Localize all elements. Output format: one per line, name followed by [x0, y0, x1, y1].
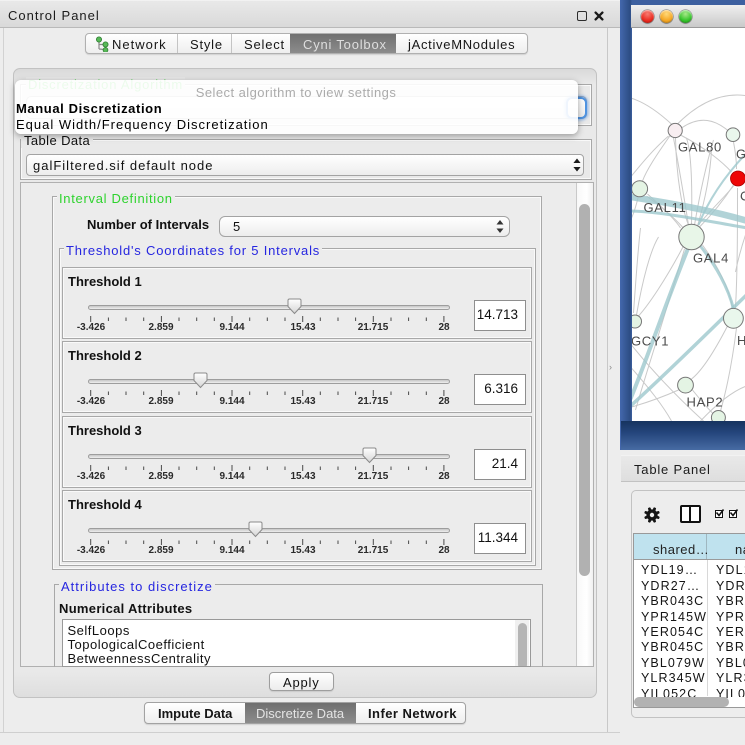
svg-text:GAL80: GAL80: [678, 140, 722, 155]
svg-text:GAL11: GAL11: [643, 200, 686, 215]
svg-text:GAL: GAL: [736, 147, 745, 162]
svg-text:GCY1: GCY1: [632, 334, 669, 349]
svg-text:HAP2: HAP2: [686, 395, 723, 410]
svg-text:H: H: [737, 333, 745, 348]
svg-text:GAL4: GAL4: [693, 251, 729, 266]
svg-text:C: C: [740, 189, 745, 204]
